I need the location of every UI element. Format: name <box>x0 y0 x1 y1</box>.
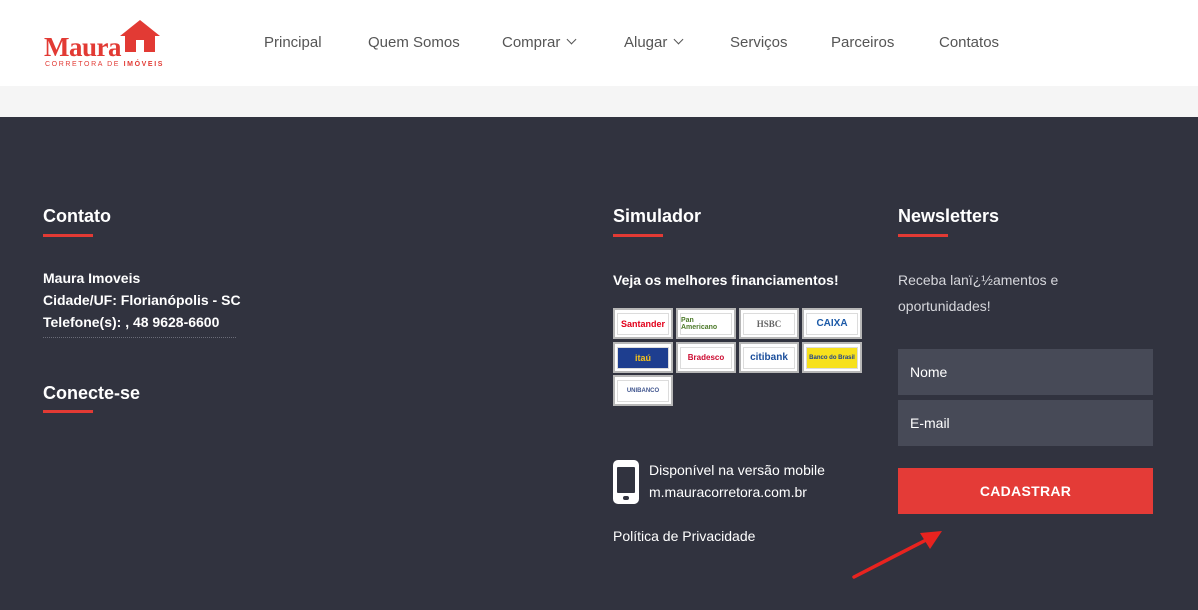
simulador-underline <box>613 234 663 237</box>
logo-tagline: CORRETORA DE IMÓVEIS <box>45 61 165 68</box>
hsbc-logo[interactable]: HSBC <box>739 308 799 339</box>
nav-comprar[interactable]: Comprar <box>502 34 577 51</box>
contact-phone: Telefone(s): , 48 9628-6600 <box>43 314 220 330</box>
mobile-phone-icon <box>613 460 639 504</box>
main-nav: Principal Quem Somos Comprar Alugar Serv… <box>0 34 1198 56</box>
nav-parceiros[interactable]: Parceiros <box>831 34 894 51</box>
site-header: Maura CORRETORA DE IMÓVEIS Principal Que… <box>0 0 1198 86</box>
newsletter-underline <box>898 234 948 237</box>
contato-heading: Contato <box>43 206 111 226</box>
bradesco-logo[interactable]: Bradesco <box>676 342 736 373</box>
nav-alugar[interactable]: Alugar <box>624 34 684 51</box>
nav-principal[interactable]: Principal <box>264 34 322 51</box>
newsletter-heading: Newsletters <box>898 206 1000 226</box>
nav-contatos[interactable]: Contatos <box>939 34 999 51</box>
contact-company: Maura Imoveis <box>43 270 141 286</box>
mobile-version-text: Disponível na versão mobile <box>649 462 825 478</box>
panamericano-logo[interactable]: Pan Americano <box>676 308 736 339</box>
simulador-heading: Simulador <box>613 206 702 226</box>
site-footer: Contato Maura Imoveis Cidade/UF: Florian… <box>0 117 1198 610</box>
contact-city: Cidade/UF: Florianópolis - SC <box>43 292 241 308</box>
privacy-policy-link[interactable]: Política de Privacidade <box>613 528 755 544</box>
unibanco-logo[interactable]: UNIBANCO <box>613 375 673 406</box>
newsletter-text-line1: Receba lanï¿½amentos e <box>898 272 1059 288</box>
conecte-underline <box>43 410 93 413</box>
newsletter-name-input[interactable]: Nome <box>898 349 1153 395</box>
citibank-logo[interactable]: citibank <box>739 342 799 373</box>
nav-servicos[interactable]: Serviços <box>730 34 788 51</box>
cadastrar-button[interactable]: CADASTRAR <box>898 468 1153 514</box>
bb-logo[interactable]: Banco do Brasil <box>802 342 862 373</box>
newsletter-email-input[interactable]: E-mail <box>898 400 1153 446</box>
chevron-down-icon <box>673 34 684 45</box>
newsletter-text-line2: oportunidades! <box>898 298 991 314</box>
santander-logo[interactable]: Santander <box>613 308 673 339</box>
contato-underline <box>43 234 93 237</box>
annotation-arrow-icon <box>852 531 942 579</box>
itau-logo[interactable]: itaú <box>613 342 673 373</box>
chevron-down-icon <box>566 34 577 45</box>
conecte-heading: Conecte-se <box>43 383 141 403</box>
simulador-subtitle: Veja os melhores financiamentos! <box>613 272 839 288</box>
page-content-strip <box>0 86 1198 117</box>
caixa-logo[interactable]: CAIXA <box>802 308 862 339</box>
mobile-site-link[interactable]: m.mauracorretora.com.br <box>649 484 807 500</box>
contact-divider <box>43 337 236 338</box>
nav-quem-somos[interactable]: Quem Somos <box>368 34 460 51</box>
